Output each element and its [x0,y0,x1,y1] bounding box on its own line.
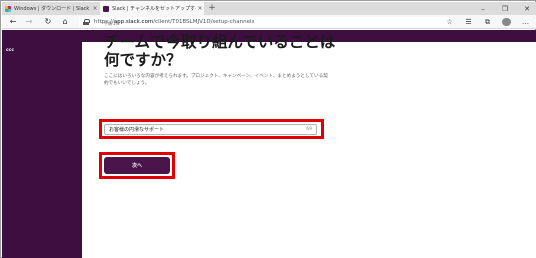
setup-channels-form: 手順 2/3 チームで今取り組んでいることは何ですか？ ここにはいろいろな内容が… [104,21,354,87]
next-button[interactable]: 次へ [104,157,170,174]
favorites-bar-icon[interactable]: ☰ [464,18,473,26]
lock-icon [83,19,90,25]
maximize-button[interactable]: ❐ [500,5,510,13]
slack-sidebar: ccc [2,42,82,258]
workspace-name[interactable]: ccc [6,48,14,53]
description-text: ここにはいろいろな内容が考えられます。プロジェクト、キャンペーン、イベント、まと… [104,74,328,86]
back-button[interactable]: ← [8,15,18,29]
favorite-star-icon[interactable]: ☆ [445,18,454,26]
browser-window: Windows | ダウンロード | Slack × Slack | チャンネル… [0,0,536,258]
more-menu-icon[interactable]: … [521,18,530,26]
home-button[interactable]: ⌂ [60,15,70,29]
tab-title: Windows | ダウンロード | Slack [14,6,90,12]
close-window-button[interactable]: ✕ [522,5,532,13]
profile-avatar[interactable] [502,18,511,26]
character-count: 69 [306,127,312,132]
slack-logo-icon [5,5,11,12]
window-controls: – ❐ ✕ [478,2,532,15]
project-name-input[interactable]: お客様の円滑なサポート 69 [104,124,317,135]
forward-button[interactable]: → [24,15,34,29]
browser-toolbar: ☆ ☰ ⧉ … [445,15,530,29]
slack-favicon-icon [103,5,109,12]
new-tab-button[interactable]: + [207,2,217,15]
collections-icon[interactable]: ⧉ [483,18,492,27]
tab-strip: Windows | ダウンロード | Slack × Slack | チャンネル… [2,2,536,15]
step-indicator: 手順 2/3 [104,21,120,26]
refresh-button[interactable]: ↻ [43,15,53,29]
close-icon[interactable]: × [91,5,99,12]
tab-title: Slack | チャンネルをセットアップする | [112,6,196,12]
minimize-button[interactable]: – [478,5,488,13]
tab-setup-channels[interactable]: Slack | チャンネルをセットアップする | × [100,2,204,15]
input-value: お客様の円滑なサポート [109,127,165,133]
tab-windows-download[interactable]: Windows | ダウンロード | Slack × [2,2,99,15]
close-icon[interactable]: × [196,5,204,12]
page-title: チームで今取り組んでいることは何ですか？ [104,33,336,69]
